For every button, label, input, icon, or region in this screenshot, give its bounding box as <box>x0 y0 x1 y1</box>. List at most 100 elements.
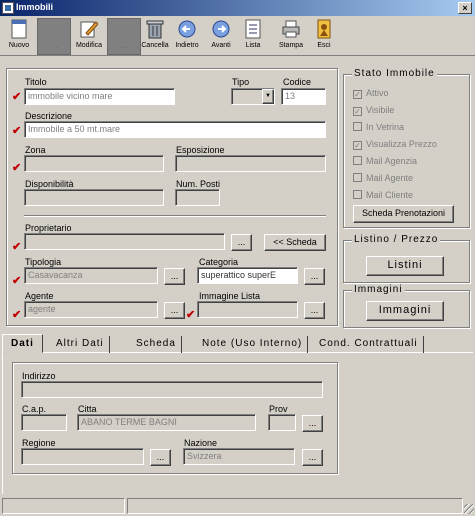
disponibilita-input[interactable] <box>24 189 164 206</box>
in-vetrina-checkbox[interactable]: In Vetrina <box>353 122 404 132</box>
new-document-icon <box>11 19 27 39</box>
exit-icon <box>317 19 331 39</box>
mail-cliente-checkbox[interactable]: Mail Cliente <box>353 190 413 200</box>
immagine-lista-label: Immagine Lista <box>199 291 261 301</box>
regione-label: Regione <box>22 438 56 448</box>
visibile-checkbox[interactable]: ✓ Visibile <box>353 105 394 116</box>
title-bar: Immobili × <box>0 0 475 16</box>
disponibilita-label: Disponibilità <box>25 179 74 189</box>
indirizzo-input[interactable] <box>21 381 323 398</box>
citta-input[interactable]: ABANO TERME BAGNI <box>77 414 256 431</box>
trash-icon <box>146 20 164 39</box>
app-icon <box>2 2 14 14</box>
tipo-label: Tipo <box>232 77 250 87</box>
checkmark-icon: ✓ <box>353 141 362 150</box>
checkmark-icon: ✓ <box>353 107 362 116</box>
disabled-toolbar-slot-2: . . <box>107 18 141 55</box>
status-bar <box>0 496 475 516</box>
tipo-dropdown-button[interactable]: ▼ <box>262 89 274 104</box>
immagini-button[interactable]: Immagini <box>366 301 444 321</box>
resize-grip-icon[interactable] <box>464 504 474 514</box>
tab-dati[interactable]: Dati <box>2 334 43 353</box>
exit-button[interactable]: Esci <box>307 18 341 55</box>
prov-input[interactable] <box>268 414 296 431</box>
proprietario-label: Proprietario <box>25 223 72 233</box>
immagine-lista-browse-button[interactable]: ... <box>304 302 325 319</box>
window-title: Immobili <box>16 2 54 12</box>
citta-label: Citta <box>78 404 97 414</box>
toolbar: Nuovo . . Modifica . . Cancella Indietro… <box>0 16 475 56</box>
citta-browse-button[interactable]: ... <box>302 415 323 432</box>
esposizione-label: Esposizione <box>176 145 225 155</box>
tab-note[interactable]: Note (Uso Interno) <box>197 336 309 353</box>
titolo-input[interactable]: immobile vicino mare <box>24 88 175 105</box>
scheda-button[interactable]: << Scheda <box>264 234 326 251</box>
tipologia-input[interactable]: Casavacanza <box>24 267 158 284</box>
regione-input[interactable] <box>21 448 144 465</box>
codice-input[interactable]: 13 <box>281 88 326 105</box>
list-icon <box>245 19 261 39</box>
stato-immobile-title: Stato Immobile <box>352 68 437 79</box>
required-mark: ✔ <box>12 91 22 103</box>
nazione-browse-button[interactable]: ... <box>302 449 323 466</box>
edit-pencil-icon <box>80 21 98 38</box>
status-cell-2 <box>127 498 463 514</box>
esposizione-input[interactable] <box>175 155 326 172</box>
print-button[interactable]: Stampa <box>274 18 308 55</box>
cap-input[interactable] <box>21 414 67 431</box>
tab-altri-dati[interactable]: Altri Dati <box>51 336 110 353</box>
indirizzo-label: Indirizzo <box>22 371 56 381</box>
zona-label: Zona <box>25 145 46 155</box>
chevron-down-icon: ▼ <box>265 93 271 99</box>
status-cell-1 <box>2 498 125 514</box>
delete-button[interactable]: Cancella <box>138 18 172 55</box>
required-mark: ✔ <box>12 309 22 321</box>
agente-label: Agente <box>25 291 54 301</box>
visualizza-prezzo-checkbox[interactable]: ✓ Visualizza Prezzo <box>353 139 437 150</box>
nazione-input[interactable]: Svizzera <box>183 448 295 465</box>
categoria-label: Categoria <box>199 257 239 267</box>
back-arrow-icon <box>178 20 196 38</box>
tipologia-label: Tipologia <box>25 257 62 267</box>
num-posti-input[interactable] <box>175 189 220 206</box>
categoria-browse-button[interactable]: ... <box>304 268 325 285</box>
regione-browse-button[interactable]: ... <box>150 449 171 466</box>
tab-scheda[interactable]: Scheda <box>131 336 182 353</box>
zona-input[interactable] <box>24 155 164 172</box>
required-mark: ✔ <box>186 309 196 321</box>
forward-button[interactable]: Avanti <box>204 18 238 55</box>
categoria-input[interactable]: superattico superE <box>197 267 298 284</box>
required-mark: ✔ <box>12 275 22 287</box>
close-button[interactable]: × <box>458 2 472 14</box>
codice-label: Codice <box>283 77 312 87</box>
descrizione-label: Descrizione <box>25 111 73 121</box>
disabled-toolbar-slot-1: . . <box>37 18 71 55</box>
forward-arrow-icon <box>212 20 230 38</box>
listino-title: Listino / Prezzo <box>352 234 441 245</box>
printer-icon <box>282 20 300 38</box>
required-mark: ✔ <box>12 241 22 253</box>
titolo-label: Titolo <box>25 77 47 87</box>
scheda-prenotazioni-button[interactable]: Scheda Prenotazioni <box>353 205 454 223</box>
descrizione-input[interactable]: Immobile a 50 mt.mare <box>24 121 326 138</box>
attivo-checkbox[interactable]: ✓ Attivo <box>353 88 389 99</box>
mail-agenzia-checkbox[interactable]: Mail Agenzia <box>353 156 417 166</box>
edit-button[interactable]: Modifica <box>72 18 106 55</box>
required-mark: ✔ <box>12 125 22 137</box>
separator <box>24 215 326 217</box>
agente-browse-button[interactable]: ... <box>164 302 185 319</box>
tipologia-browse-button[interactable]: ... <box>164 268 185 285</box>
immagine-lista-input[interactable] <box>197 301 298 318</box>
mail-agente-checkbox[interactable]: Mail Agente <box>353 173 413 183</box>
listini-button[interactable]: Listini <box>366 256 444 276</box>
new-button[interactable]: Nuovo <box>2 18 36 55</box>
list-button[interactable]: Lista <box>236 18 270 55</box>
required-mark: ✔ <box>12 162 22 174</box>
agente-input[interactable]: agente <box>24 301 158 318</box>
proprietario-browse-button[interactable]: ... <box>231 234 252 251</box>
proprietario-input[interactable] <box>24 233 225 250</box>
num-posti-label: Num. Posti <box>176 179 221 189</box>
tab-cond-contrattuali[interactable]: Cond. Contrattuali <box>314 336 424 353</box>
checkmark-icon: ✓ <box>353 90 362 99</box>
back-button[interactable]: Indietro <box>170 18 204 55</box>
